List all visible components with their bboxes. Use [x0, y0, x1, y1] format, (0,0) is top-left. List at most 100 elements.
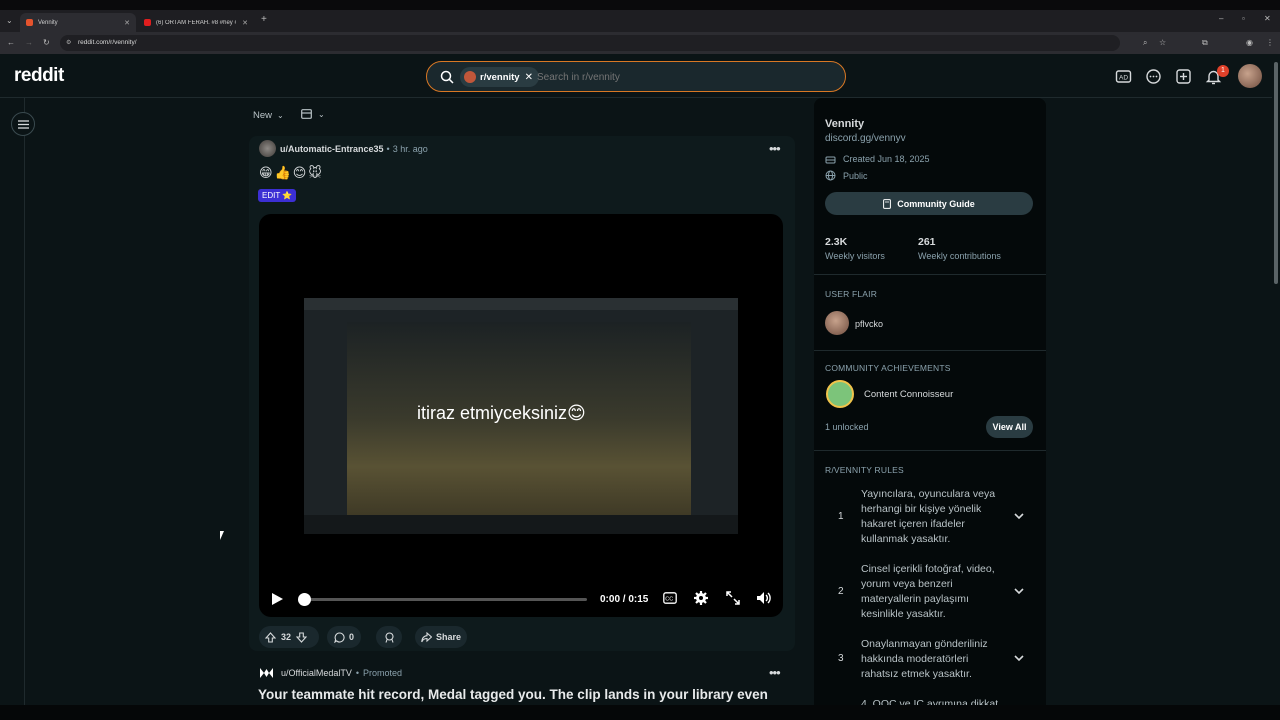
globe-icon [825, 170, 836, 181]
chevron-down-icon[interactable] [1013, 585, 1025, 597]
minimize-icon[interactable]: – [1219, 14, 1223, 24]
created-date: Created Jun 18, 2025 [843, 154, 930, 164]
tab-title: Vennity [38, 19, 58, 26]
scrollbar-thumb[interactable] [1274, 62, 1278, 284]
play-icon[interactable] [271, 592, 284, 606]
new-tab-icon[interactable]: + [261, 15, 267, 25]
post-author[interactable]: u/Automatic-Entrance35 [280, 144, 384, 154]
rule-text[interactable]: Onaylanmayan gönderiliniz hakkında moder… [861, 637, 1001, 682]
back-icon[interactable]: ← [7, 38, 15, 48]
reddit-logo[interactable]: reddit [14, 65, 64, 87]
browser-menu-icon[interactable]: ⋮ [1266, 38, 1274, 48]
comment-icon [334, 631, 345, 643]
reload-icon[interactable]: ↻ [43, 38, 50, 48]
user-avatar[interactable] [1238, 64, 1262, 88]
search-bar[interactable]: r/vennity ✕ [426, 61, 846, 92]
volume-icon[interactable] [756, 591, 772, 605]
card-view-icon [301, 109, 312, 119]
community-guide-button[interactable]: Community Guide [825, 192, 1033, 215]
sidebar-divider [814, 274, 1046, 275]
rule-text[interactable]: Cinsel içerikli fotoğraf, video, yorum v… [861, 562, 1001, 622]
create-post-icon[interactable] [1175, 68, 1192, 85]
site-info-icon[interactable]: ⚙ [66, 35, 71, 51]
downvote-icon[interactable] [296, 631, 308, 643]
comments-button[interactable]: 0 [327, 626, 361, 648]
post-options-icon[interactable]: ••• [769, 141, 781, 156]
hamburger-menu-button[interactable] [11, 112, 35, 136]
settings-gear-icon[interactable] [694, 591, 708, 605]
svg-text:CC: CC [665, 597, 673, 603]
url-field[interactable]: ⚙ reddit.com/r/vennity/ [60, 35, 1120, 51]
close-tab-icon[interactable]: ✕ [124, 19, 130, 27]
chevron-down-icon[interactable] [1013, 652, 1025, 664]
close-tab-icon[interactable]: ✕ [242, 19, 248, 27]
tab-search-icon[interactable]: ⌄ [6, 16, 13, 26]
advertise-icon[interactable]: AD [1115, 68, 1132, 85]
community-link[interactable]: discord.gg/vennyv [825, 133, 906, 144]
tab-title: (6) ORTAM FERAH. #8 #hey # [156, 19, 236, 26]
post-title-emojis: 😁👍😊🐭 [259, 165, 324, 180]
search-input[interactable] [537, 69, 827, 85]
upvote-icon[interactable] [265, 631, 276, 643]
post-author-avatar[interactable] [259, 140, 276, 157]
mouse-cursor-icon [220, 531, 224, 540]
guide-book-icon [883, 198, 892, 209]
maximize-icon[interactable]: ▫ [1242, 14, 1245, 24]
svg-text:AD: AD [1119, 75, 1128, 82]
view-layout-dropdown[interactable]: ⌄ [301, 109, 325, 119]
tab-vennity[interactable]: Vennity ✕ [20, 13, 136, 32]
promoted-label: Promoted [363, 668, 403, 678]
post-meta: u/Automatic-Entrance35 • 3 hr. ago [280, 144, 428, 154]
rule-number: 1 [838, 511, 844, 522]
promoted-meta: u/OfficialMedalTV • Promoted [281, 668, 402, 678]
rule-text[interactable]: Yayıncılara, oyunculara veya herhangi bi… [861, 487, 1001, 547]
sort-dropdown[interactable]: New ⌄ [253, 110, 284, 121]
view-all-button[interactable]: View All [986, 416, 1033, 438]
medal-logo-icon [260, 668, 273, 678]
meta-separator: • [355, 668, 360, 678]
award-button[interactable] [376, 626, 402, 648]
rule-number: 3 [838, 653, 844, 664]
chevron-down-icon: ⌄ [318, 109, 325, 119]
sidebar-divider [814, 350, 1046, 351]
profile-icon[interactable]: ◉ [1246, 38, 1253, 48]
post-flair[interactable]: EDIT ⭐ [258, 189, 297, 202]
reddit-header: reddit r/vennity ✕ AD [0, 54, 1280, 98]
url-text: reddit.com/r/vennity/ [78, 39, 137, 46]
sidebar-divider [814, 450, 1046, 451]
clear-chip-icon[interactable]: ✕ [525, 72, 533, 83]
search-community-chip[interactable]: r/vennity ✕ [460, 67, 539, 87]
menu-icon [18, 120, 29, 129]
rules-heading: R/VENNITY RULES [825, 465, 904, 475]
user-flair-name: pflvcko [855, 319, 884, 329]
forward-icon[interactable]: → [25, 38, 33, 48]
fullscreen-icon[interactable] [726, 591, 740, 605]
comment-count: 0 [348, 632, 354, 642]
bookmark-star-icon[interactable]: ☆ [1159, 38, 1166, 48]
cake-icon [825, 156, 836, 164]
search-icon [440, 70, 454, 84]
promoted-author[interactable]: u/OfficialMedalTV [281, 668, 352, 678]
community-name: Vennity [825, 118, 865, 130]
youtube-favicon-icon [144, 19, 151, 26]
user-flair-heading: USER FLAIR [825, 289, 878, 299]
video-progress-handle[interactable] [298, 593, 311, 606]
extensions-icon[interactable]: ⧉ [1202, 38, 1208, 48]
weekly-visitors-label: Weekly visitors [825, 251, 885, 261]
close-window-icon[interactable]: ✕ [1264, 14, 1271, 24]
captions-icon[interactable]: CC [663, 592, 677, 604]
promoted-title[interactable]: Your teammate hit record, Medal tagged y… [258, 687, 768, 702]
share-label: Share [435, 632, 461, 642]
video-progress-track[interactable] [304, 598, 587, 601]
chat-icon[interactable] [1145, 68, 1162, 85]
zoom-icon[interactable]: ⌕ [1143, 38, 1147, 48]
weekly-contributions-value: 261 [918, 236, 936, 248]
share-button[interactable]: Share [415, 626, 467, 648]
browser-tab-bar: ⌄ Vennity ✕ (6) ORTAM FERAH. #8 #hey # ✕… [0, 0, 1280, 32]
achievement-name: Content Connoisseur [864, 389, 954, 400]
post-options-icon[interactable]: ••• [769, 665, 781, 680]
chevron-down-icon[interactable] [1013, 510, 1025, 522]
achievements-heading: COMMUNITY ACHIEVEMENTS [825, 363, 951, 373]
chip-label: r/vennity [480, 71, 520, 83]
tab-youtube[interactable]: (6) ORTAM FERAH. #8 #hey # ✕ [138, 13, 254, 32]
